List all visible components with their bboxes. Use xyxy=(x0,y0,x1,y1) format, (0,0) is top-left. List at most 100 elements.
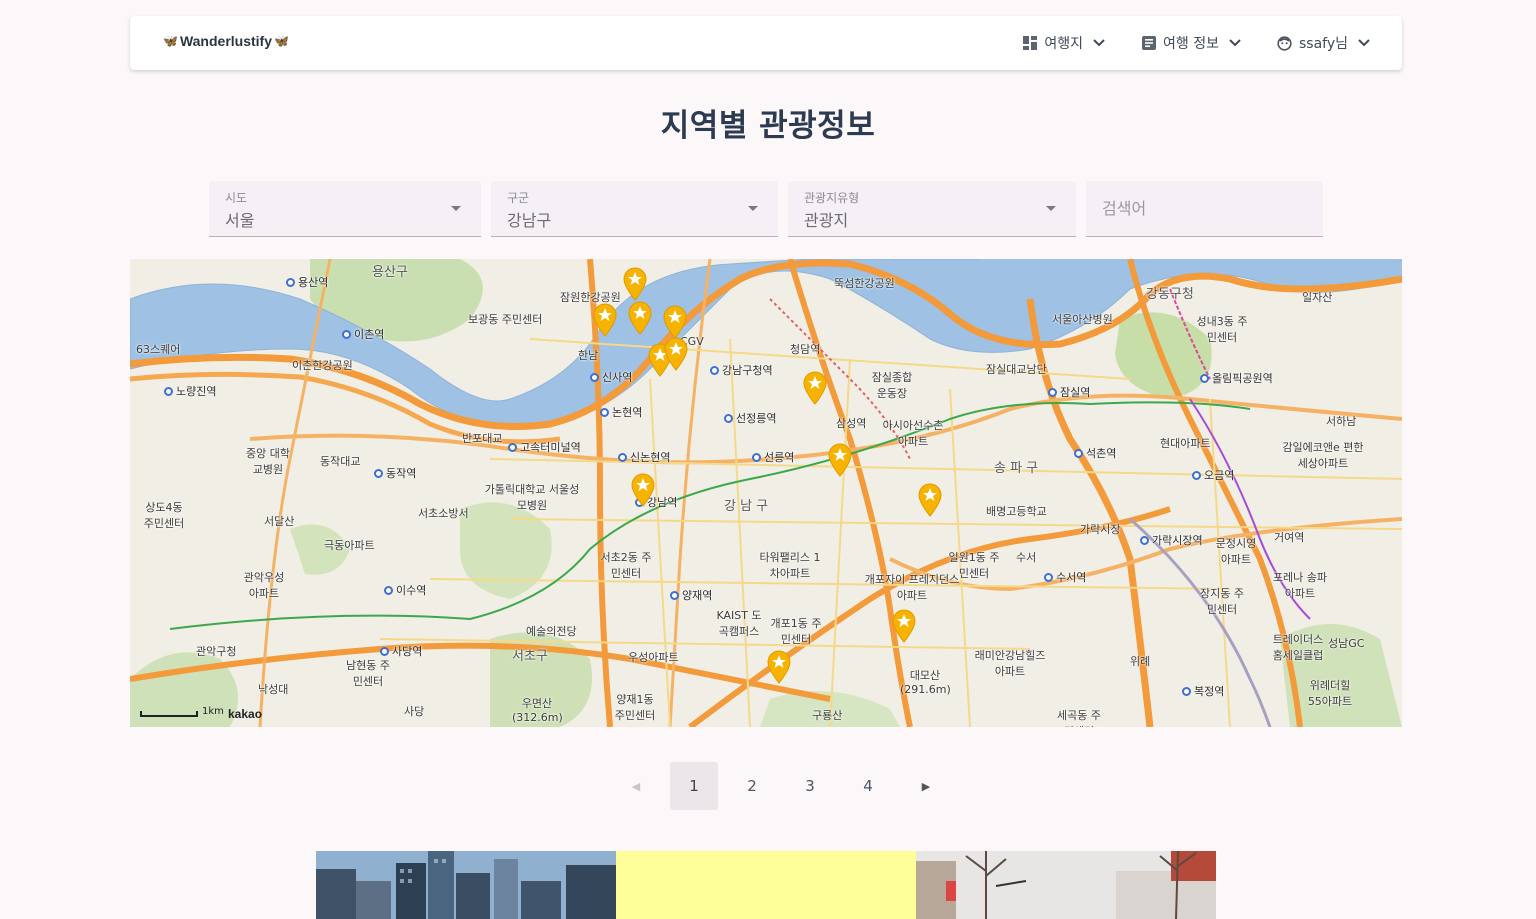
map-station: 선정릉역 xyxy=(724,410,776,426)
map-station: 신논현역 xyxy=(618,449,670,465)
type-select[interactable]: 관광지유형 관광지 xyxy=(788,181,1076,237)
map-label: 노량진역 xyxy=(176,385,217,398)
type-label: 관광지유형 xyxy=(804,191,860,205)
map-label: 선릉역 xyxy=(764,451,795,464)
station-icon xyxy=(600,407,609,417)
map-label: 일자산 xyxy=(1302,291,1333,304)
tour-marker[interactable] xyxy=(662,305,688,339)
map-label: 사당역 xyxy=(392,645,423,658)
sido-label: 시도 xyxy=(225,191,248,205)
nav-item-user[interactable]: ssafy님 xyxy=(1271,25,1378,61)
map-label: 예술의전당 xyxy=(526,625,577,638)
map-label: 잠실역 xyxy=(1060,386,1091,399)
station-icon xyxy=(1192,470,1201,480)
map-label: 사당 xyxy=(404,705,425,718)
map-label: 이수역 xyxy=(396,584,427,597)
station-icon xyxy=(508,442,517,452)
gugun-select[interactable]: 구군 강남구 xyxy=(491,181,778,237)
station-icon xyxy=(1074,448,1083,458)
map-label: 석촌역 xyxy=(1086,447,1117,460)
map-label: 구룡산 xyxy=(812,709,843,722)
map-label: 배명고등학교 xyxy=(986,505,1047,518)
nav-menu: 여행지 여행 정보 ssafy님 xyxy=(1016,16,1378,70)
map-label: 이촌한강공원 xyxy=(292,359,353,372)
brand-logo[interactable]: 🦋 Wanderlustify 🦋 xyxy=(163,33,289,49)
station-icon xyxy=(724,413,733,423)
map-label: 양재1동 주민센터 xyxy=(614,693,656,722)
attraction-card-image[interactable] xyxy=(916,851,1216,919)
map-label: 성내3동 주민센터 xyxy=(1196,315,1248,344)
map-label: 수서 xyxy=(1016,551,1037,564)
page-button-1[interactable]: 1 xyxy=(670,762,718,810)
tour-marker[interactable] xyxy=(827,443,853,477)
map-label: 문정시영 아파트 xyxy=(1215,537,1257,566)
page-button-4[interactable]: 4 xyxy=(844,762,892,810)
map-label: 고속터미널역 xyxy=(520,441,581,454)
station-icon xyxy=(752,452,761,462)
map-label: 서하남 xyxy=(1326,415,1357,428)
map-station: 오금역 xyxy=(1192,467,1234,483)
gugun-label: 구군 xyxy=(507,191,530,205)
map-label: 반포대교 xyxy=(462,432,503,445)
map-label: 중앙 대학교병원 xyxy=(246,447,290,476)
map-label: 가톨릭대학교 서울성모병원 xyxy=(484,483,580,512)
map-station: 선릉역 xyxy=(752,449,794,465)
next-page-button[interactable]: ▶ xyxy=(902,762,950,810)
tour-marker[interactable] xyxy=(592,303,618,337)
map-label: KAIST 도곡캠퍼스 xyxy=(716,609,762,638)
map-label: 잠실종합 운동장 xyxy=(871,371,913,400)
butterfly-icon: 🦋 xyxy=(274,34,289,48)
tour-marker[interactable] xyxy=(663,337,689,371)
search-input[interactable] xyxy=(1086,181,1323,237)
kakao-map[interactable]: 용산구 용산역 보광동 주민센터 이촌역 63스퀘어 이촌한강공원 노량진역 중… xyxy=(130,259,1402,727)
map-label: 위례더힐 55아파트 xyxy=(1307,679,1353,708)
page-button-2[interactable]: 2 xyxy=(728,762,776,810)
scale-label: 1km xyxy=(202,706,224,717)
gugun-value: 강남구 xyxy=(507,211,552,230)
attraction-card-image[interactable] xyxy=(616,851,916,919)
sido-value: 서울 xyxy=(225,211,255,230)
map-label: 타워팰리스 1차아파트 xyxy=(759,551,821,580)
nav-item-travel-info[interactable]: 여행 정보 xyxy=(1135,25,1249,61)
tour-marker[interactable] xyxy=(627,301,653,335)
prev-page-button[interactable]: ◀ xyxy=(612,762,660,810)
map-label: 동작역 xyxy=(386,467,417,480)
tour-marker[interactable] xyxy=(630,473,656,507)
map-label: 양재역 xyxy=(682,589,713,602)
brand-name: Wanderlustify xyxy=(179,33,272,49)
station-icon xyxy=(590,372,599,382)
chevron-down-icon xyxy=(1356,35,1372,51)
station-icon xyxy=(164,386,173,396)
station-icon xyxy=(1182,686,1191,696)
station-icon xyxy=(670,590,679,600)
map-label: 이촌역 xyxy=(354,328,385,341)
nav-item-label: 여행지 xyxy=(1044,36,1083,52)
nav-item-destinations[interactable]: 여행지 xyxy=(1016,25,1113,61)
map-label: 아시아선수촌 아파트 xyxy=(882,419,944,448)
map-label: 서초2동 주민센터 xyxy=(600,551,652,580)
map-label: 거여역 xyxy=(1274,531,1305,544)
map-label: 뚝섬한강공원 xyxy=(834,277,895,290)
page-button-3[interactable]: 3 xyxy=(786,762,834,810)
map-label: 감일에코앤e 편한세상아파트 xyxy=(1282,441,1364,470)
tour-marker[interactable] xyxy=(917,483,943,517)
map-label: 잠실대교남단 xyxy=(986,363,1047,376)
map-label: 현대아파트 xyxy=(1160,437,1211,450)
map-label: 관악우성 아파트 xyxy=(243,571,285,600)
station-icon xyxy=(342,329,351,339)
dashboard-icon xyxy=(1022,35,1038,51)
map-label: 강남구청역 xyxy=(722,364,773,377)
attraction-card-image[interactable] xyxy=(316,851,616,919)
tour-marker[interactable] xyxy=(802,371,828,405)
nav-item-label: ssafy님 xyxy=(1298,36,1348,52)
map-label: 세곡동 주민센터 xyxy=(1057,709,1101,727)
tour-marker[interactable] xyxy=(622,267,648,301)
tour-marker[interactable] xyxy=(766,650,792,684)
map-label: 수서역 xyxy=(1056,571,1087,584)
station-icon xyxy=(1044,572,1053,582)
map-label: 래미안강남힐즈 아파트 xyxy=(974,649,1046,678)
attraction-cards xyxy=(316,851,1216,919)
scale-bar xyxy=(140,711,198,717)
tour-marker[interactable] xyxy=(891,609,917,643)
sido-select[interactable]: 시도 서울 xyxy=(209,181,481,237)
